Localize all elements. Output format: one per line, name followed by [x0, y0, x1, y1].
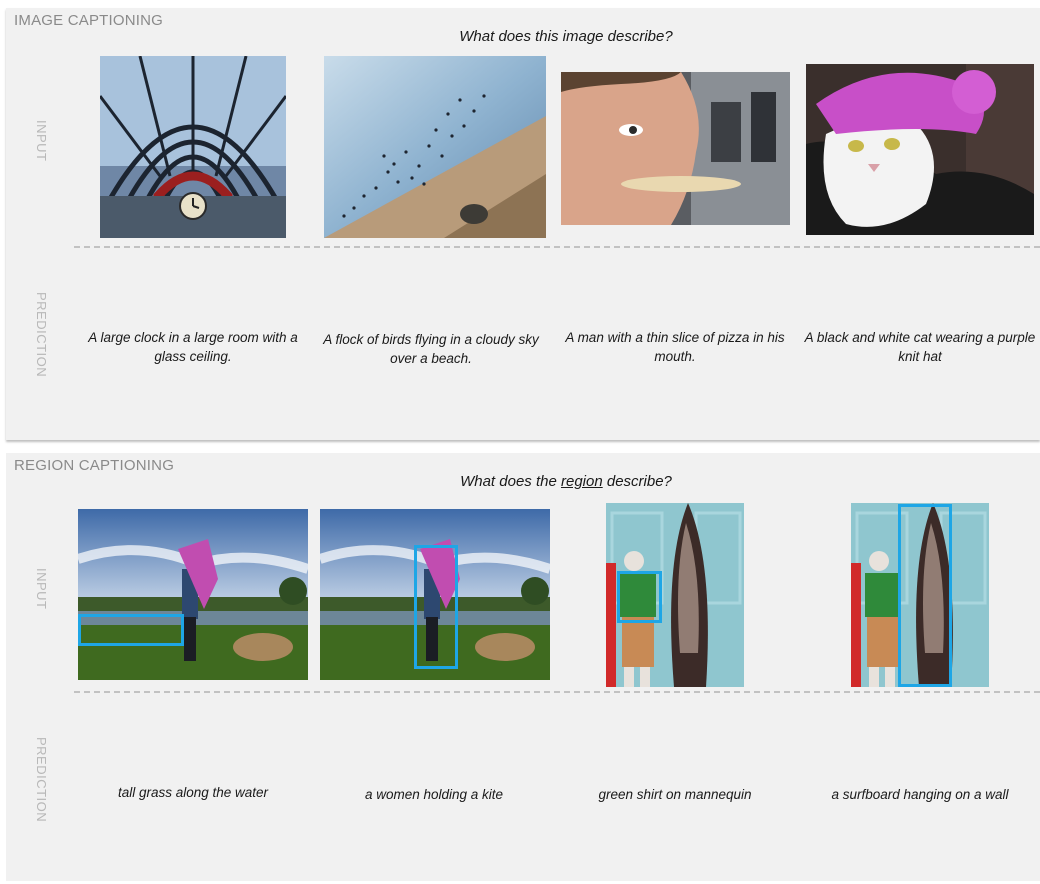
birds-beach-photo [324, 56, 546, 238]
cat-hat-photo [806, 64, 1034, 235]
prediction-label: PREDICTION [34, 292, 49, 378]
region-caption-1: tall grass along the water [117, 785, 269, 800]
image-caption-2: A flock of birds flying in a cloudy sky … [323, 332, 539, 366]
region-caption-3: green shirt on mannequin [598, 787, 752, 802]
region-box-grass [78, 614, 184, 646]
image-caption-1: A large clock in a large room with a gla… [88, 330, 298, 364]
clock-hall-photo [100, 56, 286, 238]
man-pizza-photo [561, 72, 790, 225]
image-caption-4: A black and white cat wearing a purple k… [804, 330, 1036, 364]
region-captioning-title: REGION CAPTIONING [14, 457, 175, 474]
image-captioning-question: What does this image describe? [459, 28, 673, 45]
input-prediction-divider [74, 691, 1040, 693]
input-label: INPUT [34, 568, 49, 610]
kite-field-photo [78, 509, 308, 680]
region-captioning-question: What does the region describe? [460, 473, 672, 490]
region-word: region [560, 473, 603, 490]
region-box-surfboard [898, 504, 952, 687]
input-label: INPUT [34, 120, 49, 162]
region-caption-4: a surfboard hanging on a wall [831, 787, 1009, 802]
prediction-label: PREDICTION [34, 737, 49, 823]
image-caption-3: A man with a thin slice of pizza in his … [565, 330, 785, 364]
region-caption-2: a women holding a kite [364, 787, 504, 802]
region-box-woman [414, 545, 458, 669]
input-prediction-divider [74, 246, 1040, 248]
image-captioning-title: IMAGE CAPTIONING [14, 12, 164, 29]
region-box-shirt [617, 571, 662, 623]
